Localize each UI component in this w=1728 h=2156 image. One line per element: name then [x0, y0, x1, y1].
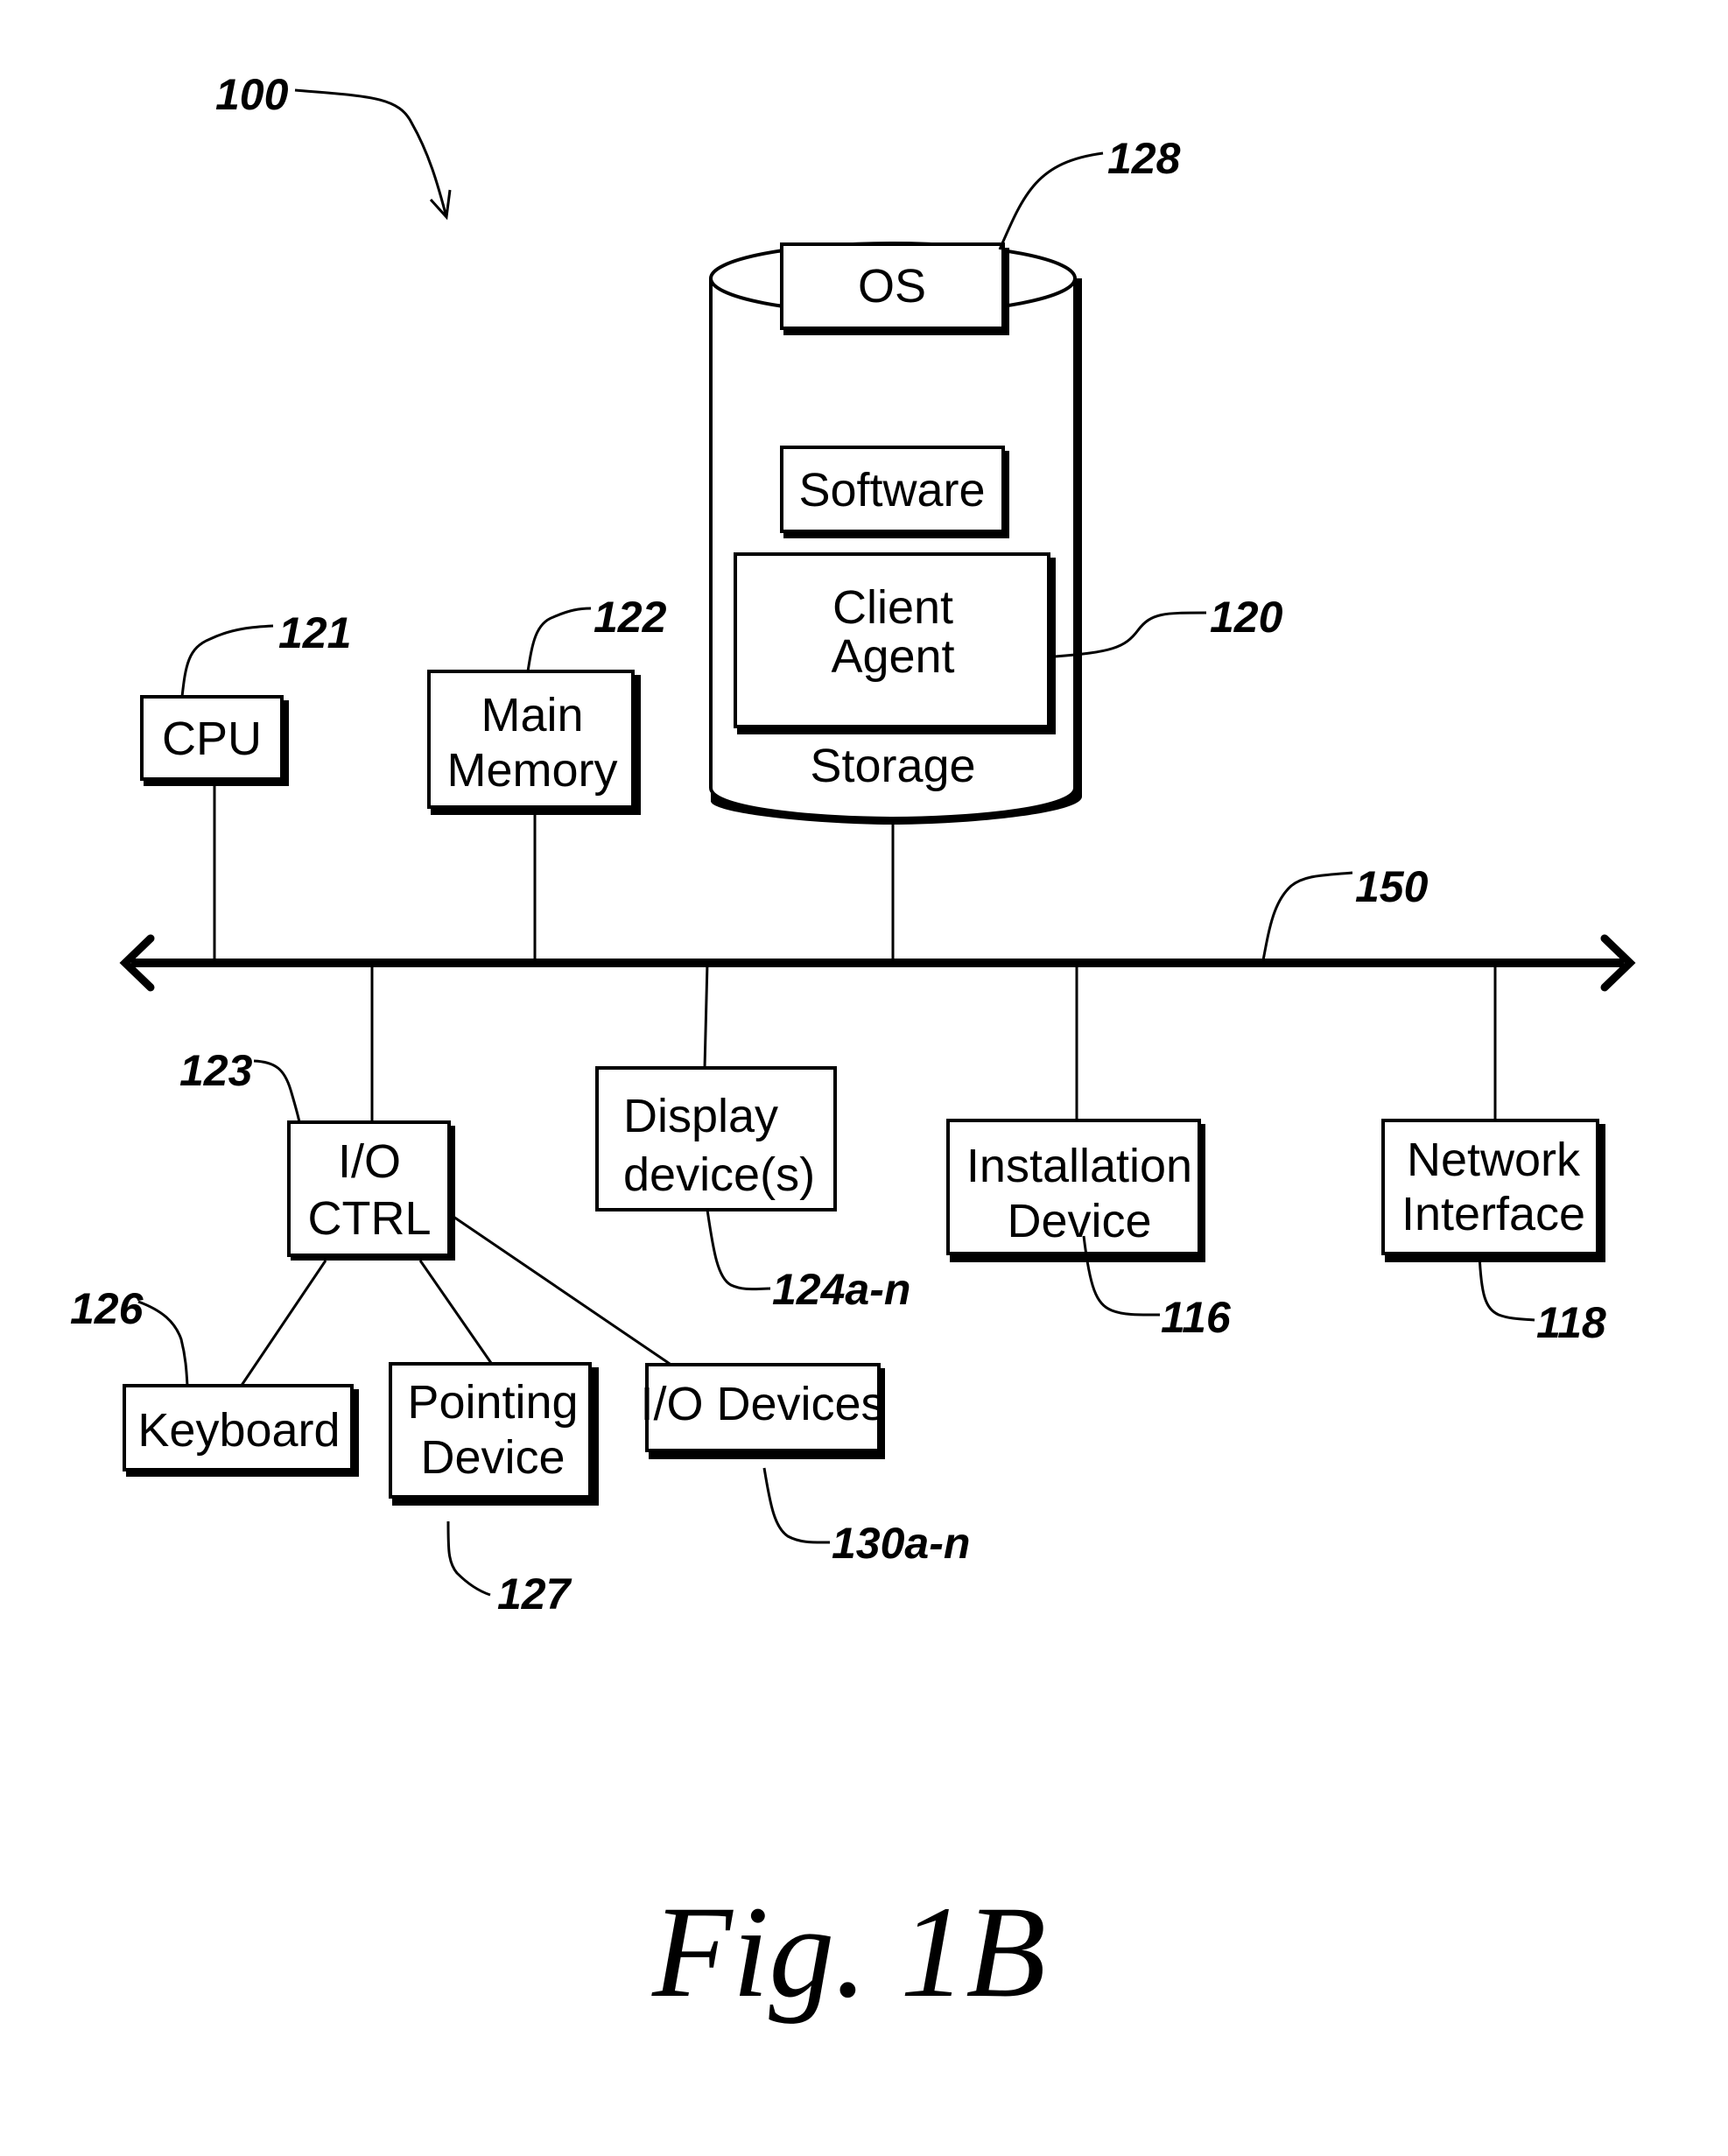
cpu-ref-leader — [180, 624, 274, 698]
io-ctrl-ref-leader — [253, 1059, 301, 1123]
io-ctrl-io-devices-link — [453, 1215, 673, 1367]
io-devices-ref-label: 130a-n — [832, 1519, 970, 1568]
client-agent-box: Client Agent — [734, 552, 1056, 734]
bus-ref-leader — [1261, 871, 1353, 961]
io-ctrl-box: I/O CTRL — [287, 1120, 455, 1261]
io-ctrl-label-line2: CTRL — [307, 1192, 431, 1245]
installation-label-line1: Installation — [966, 1140, 1192, 1192]
pointing-ref-label: 127 — [497, 1570, 572, 1619]
display-label-line2: device(s) — [623, 1148, 815, 1201]
io-ctrl-keyboard-link — [239, 1260, 327, 1387]
display-device-box: Display device(s) — [595, 1066, 837, 1211]
client-agent-ref-label: 120 — [1210, 593, 1283, 642]
network-interface-box: Network Interface — [1381, 1119, 1605, 1262]
os-label: OS — [858, 260, 926, 313]
io-ctrl-ref-label: 123 — [179, 1046, 253, 1095]
io-devices-ref-leader — [762, 1467, 831, 1544]
io-ctrl-label-line1: I/O — [338, 1135, 401, 1188]
keyboard-label: Keyboard — [137, 1404, 340, 1457]
bus-ref-label: 150 — [1355, 862, 1429, 911]
network-ref-leader — [1478, 1253, 1535, 1322]
system-ref-label: 100 — [215, 70, 289, 119]
software-box: Software — [780, 446, 1009, 538]
main-memory-ref-label: 122 — [594, 593, 667, 642]
pointing-label-line2: Device — [420, 1431, 565, 1484]
client-agent-label-line2: Agent — [831, 630, 954, 683]
installation-label-line2: Device — [1007, 1195, 1151, 1247]
cpu-ref-label: 121 — [278, 608, 351, 657]
main-memory-label-line1: Main — [481, 689, 583, 741]
installation-device-box: Installation Device — [946, 1119, 1205, 1262]
storage-ref-label: 128 — [1107, 134, 1181, 183]
keyboard-ref-leader — [137, 1300, 189, 1387]
figure-caption: Fig. 1B — [651, 1879, 1046, 2025]
display-ref-label: 124a-n — [772, 1265, 910, 1314]
system-block-diagram: 100 Storage OS Software Client Agent 128… — [70, 70, 1636, 2025]
software-label: Software — [798, 464, 985, 516]
io-devices-label: I/O Devices — [640, 1378, 884, 1430]
main-memory-ref-leader — [526, 607, 592, 672]
pointing-device-box: Pointing Device — [389, 1362, 599, 1506]
os-box: OS — [780, 242, 1009, 335]
keyboard-box: Keyboard — [123, 1384, 359, 1477]
network-ref-label: 118 — [1536, 1298, 1606, 1347]
display-label-line1: Display — [623, 1090, 778, 1142]
system-ref-arrow — [294, 88, 448, 218]
cpu-box: CPU — [140, 695, 289, 786]
display-ref-leader — [706, 1209, 771, 1291]
client-agent-label-line1: Client — [832, 581, 953, 634]
network-label-line1: Network — [1407, 1134, 1581, 1186]
storage-ref-leader — [998, 151, 1104, 250]
cpu-label: CPU — [162, 713, 262, 765]
io-ctrl-pointing-link — [418, 1260, 493, 1364]
display-bus-connector — [703, 962, 709, 1069]
pointing-ref-leader — [446, 1520, 491, 1597]
pointing-label-line1: Pointing — [407, 1376, 578, 1429]
storage-body — [709, 278, 1077, 821]
main-memory-label-line2: Memory — [446, 744, 617, 797]
keyboard-ref-label: 126 — [70, 1284, 144, 1333]
main-memory-box: Main Memory — [427, 670, 641, 815]
storage-label: Storage — [810, 740, 975, 792]
installation-ref-label: 116 — [1161, 1293, 1232, 1342]
network-label-line2: Interface — [1401, 1188, 1585, 1240]
io-devices-box: I/O Devices — [640, 1363, 885, 1459]
system-bus — [119, 934, 1636, 992]
